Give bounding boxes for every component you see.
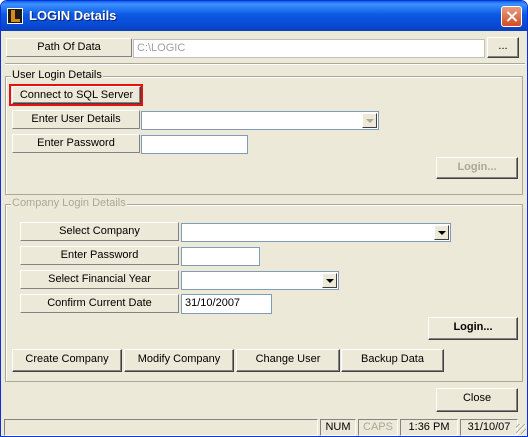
browse-path-button[interactable]: ...	[487, 37, 519, 58]
select-financial-year-label: Select Financial Year	[20, 270, 179, 289]
chevron-down-icon[interactable]	[434, 225, 449, 240]
confirm-current-date-label: Confirm Current Date	[20, 294, 179, 313]
close-button[interactable]: Close	[436, 388, 518, 412]
financial-year-combo[interactable]	[181, 271, 339, 290]
company-login-button[interactable]: Login...	[428, 317, 518, 340]
current-date-field[interactable]: 31/10/2007	[181, 294, 272, 314]
create-company-button[interactable]: Create Company	[12, 349, 122, 372]
status-panel-blank	[4, 419, 318, 436]
status-date: 31/10/07	[460, 419, 518, 436]
company-password-field[interactable]	[181, 247, 260, 266]
window-close-button[interactable]	[501, 6, 522, 27]
user-login-group-label: User Login Details	[11, 69, 103, 81]
highlight-box	[9, 84, 143, 106]
company-login-group-label: Company Login Details	[11, 197, 127, 209]
select-company-label: Select Company	[20, 222, 179, 241]
status-time: 1:36 PM	[400, 419, 458, 436]
user-details-combo[interactable]	[141, 111, 379, 130]
company-combo[interactable]	[181, 223, 451, 242]
login-details-window: LOGIN Details Path Of Data C:\LOGIC ... …	[0, 0, 528, 437]
title-bar[interactable]: LOGIN Details	[1, 1, 527, 31]
path-of-data-field[interactable]: C:\LOGIC	[133, 39, 485, 58]
enter-password-label: Enter Password	[12, 134, 140, 153]
company-password-label: Enter Password	[20, 246, 179, 265]
backup-data-button[interactable]: Backup Data	[341, 349, 444, 372]
chevron-down-icon[interactable]	[322, 273, 337, 288]
window-title: LOGIN Details	[29, 8, 117, 23]
path-of-data-label: Path Of Data	[6, 38, 132, 57]
status-caps: CAPS	[358, 419, 398, 436]
modify-company-button[interactable]: Modify Company	[124, 349, 234, 372]
user-password-field[interactable]	[141, 135, 248, 154]
change-user-button[interactable]: Change User	[236, 349, 340, 372]
enter-user-details-label: Enter User Details	[12, 110, 140, 129]
resize-grip-icon[interactable]	[516, 424, 526, 434]
app-icon	[7, 8, 23, 24]
chevron-down-icon[interactable]	[362, 113, 377, 128]
user-login-button[interactable]: Login...	[436, 157, 518, 179]
status-num: NUM	[320, 419, 356, 436]
